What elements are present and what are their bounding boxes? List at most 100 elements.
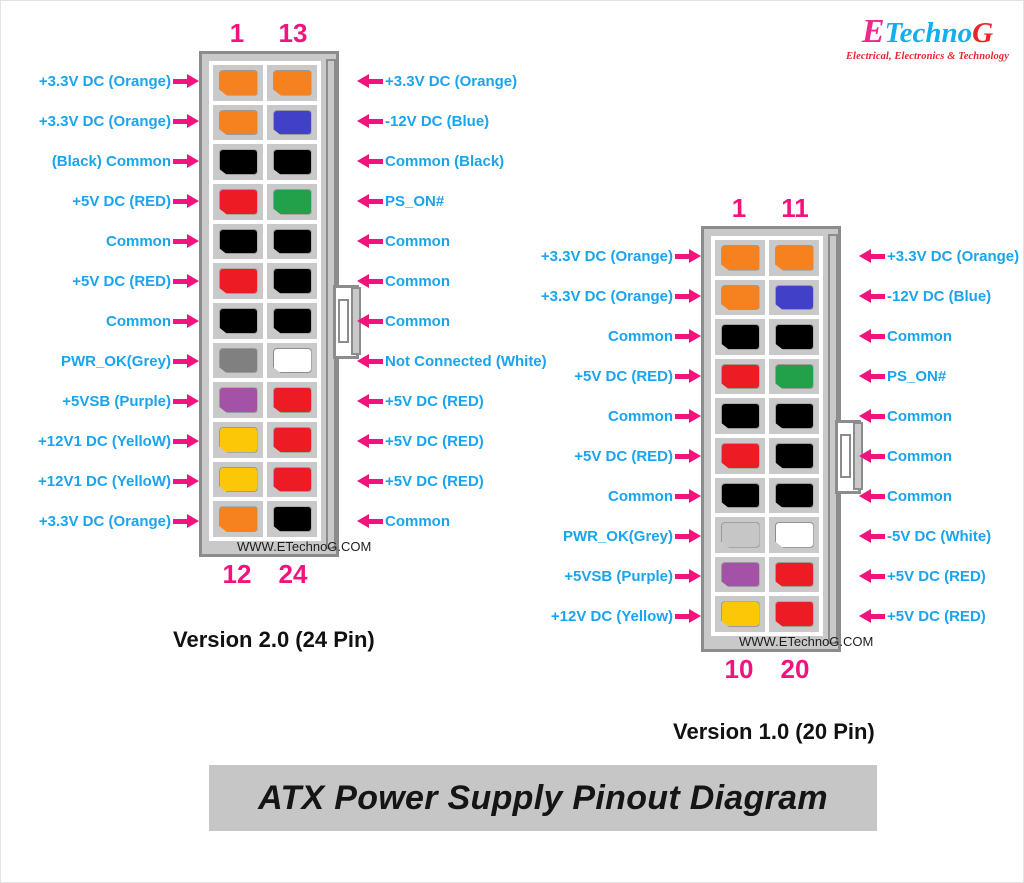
arrow-right-icon xyxy=(675,569,701,583)
pin-label-right-text: -12V DC (Blue) xyxy=(887,287,992,305)
pin-socket-right[interactable] xyxy=(767,435,821,476)
pin-right-12 xyxy=(272,506,312,533)
pin-label-left-3: Common xyxy=(606,327,701,345)
pin-socket-left[interactable] xyxy=(211,380,265,421)
pin-row xyxy=(211,380,319,421)
pin-socket-left[interactable] xyxy=(713,554,767,595)
pin-row xyxy=(211,340,319,381)
pin-label-right-2: -12V DC (Blue) xyxy=(357,112,491,130)
pin-socket-right[interactable] xyxy=(767,475,821,516)
pin-socket-right[interactable] xyxy=(265,221,319,262)
pin-socket-right[interactable] xyxy=(265,340,319,381)
arrow-right-icon xyxy=(173,434,199,448)
conn20-pin-grid xyxy=(711,236,823,636)
pin-socket-right[interactable] xyxy=(265,301,319,341)
pin-socket-left[interactable] xyxy=(211,459,265,500)
pin-label-right-text: Common (Black) xyxy=(385,152,505,170)
pin-label-right-10: +5V DC (RED) xyxy=(357,432,486,450)
pin-socket-right[interactable] xyxy=(265,182,319,222)
pin-socket-left[interactable] xyxy=(713,594,767,634)
pin-socket-left[interactable] xyxy=(211,499,265,540)
pin-label-left-1: +3.3V DC (Orange) xyxy=(539,247,701,265)
pin-right-7 xyxy=(774,482,814,509)
arrow-right-icon xyxy=(675,609,701,623)
pin-label-left-6: +5V DC (RED) xyxy=(572,447,701,465)
arrow-left-icon xyxy=(859,409,885,423)
pin-left-8 xyxy=(218,347,258,374)
pin-label-right-text: Common xyxy=(887,407,952,425)
arrow-right-icon xyxy=(173,194,199,208)
pin-left-3 xyxy=(218,149,258,176)
pin-socket-left[interactable] xyxy=(211,102,265,143)
pin-socket-right[interactable] xyxy=(767,554,821,595)
pin-label-left-text: (Black) Common xyxy=(51,152,171,170)
logo-word-techno: Techno xyxy=(884,17,973,49)
conn24-bottom-left-number: 12 xyxy=(222,559,252,589)
pin-label-left-text: +5V DC (RED) xyxy=(72,192,171,210)
arrow-left-icon xyxy=(859,489,885,503)
pin-socket-left[interactable] xyxy=(713,396,767,436)
pin-socket-right[interactable] xyxy=(767,515,821,555)
pin-socket-right[interactable] xyxy=(767,238,821,278)
pin-left-10 xyxy=(218,427,258,453)
conn20-bottom-right-number: 20 xyxy=(780,654,810,684)
pin-socket-right[interactable] xyxy=(265,63,319,103)
pin-label-left-text: PWR_OK(Grey) xyxy=(562,527,673,545)
pin-row xyxy=(211,420,319,460)
pin-label-left-7: Common xyxy=(104,312,199,330)
pin-socket-left[interactable] xyxy=(211,261,265,302)
pin-socket-right[interactable] xyxy=(265,499,319,540)
pin-socket-right[interactable] xyxy=(265,380,319,421)
pin-socket-right[interactable] xyxy=(265,142,319,183)
pin-socket-left[interactable] xyxy=(713,238,767,278)
pin-socket-right[interactable] xyxy=(265,102,319,143)
pin-label-left-text: +3.3V DC (Orange) xyxy=(540,287,673,305)
arrow-left-icon xyxy=(859,369,885,383)
diagram-title: ATX Power Supply Pinout Diagram xyxy=(258,778,828,817)
pin-socket-right[interactable] xyxy=(767,317,821,357)
pin-right-10 xyxy=(774,601,814,627)
arrow-left-icon xyxy=(357,434,383,448)
arrow-right-icon xyxy=(173,474,199,488)
pin-label-left-text: Common xyxy=(608,487,673,505)
pin-socket-left[interactable] xyxy=(713,356,767,397)
pin-label-right-text: Common xyxy=(385,312,450,330)
pin-socket-left[interactable] xyxy=(713,277,767,318)
pin-label-left-5: Common xyxy=(606,407,701,425)
pin-socket-right[interactable] xyxy=(767,396,821,436)
pin-socket-left[interactable] xyxy=(211,301,265,341)
pin-socket-left[interactable] xyxy=(713,515,767,555)
pin-socket-right[interactable] xyxy=(767,277,821,318)
pin-socket-left[interactable] xyxy=(211,182,265,222)
pin-socket-right[interactable] xyxy=(265,420,319,460)
bottom-banner: ATX Power Supply Pinout Diagram xyxy=(209,765,877,831)
pin-row xyxy=(211,63,319,103)
pin-socket-right[interactable] xyxy=(767,594,821,634)
pin-label-left-10: +12V DC (Yellow) xyxy=(549,607,701,625)
arrow-right-icon xyxy=(675,489,701,503)
pin-row xyxy=(713,435,821,476)
pin-socket-right[interactable] xyxy=(265,459,319,500)
pin-socket-left[interactable] xyxy=(713,435,767,476)
pin-label-left-text: +5VSB (Purple) xyxy=(62,392,171,410)
pin-socket-left[interactable] xyxy=(211,221,265,262)
pin-label-left-text: +5V DC (RED) xyxy=(72,272,171,290)
pin-socket-left[interactable] xyxy=(713,317,767,357)
arrow-right-icon xyxy=(173,354,199,368)
conn20-top-right-number: 11 xyxy=(781,193,809,223)
conn24-bottom-right-number: 24 xyxy=(278,559,308,589)
pin-socket-right[interactable] xyxy=(767,356,821,397)
arrow-left-icon xyxy=(357,74,383,88)
pin-socket-right[interactable] xyxy=(265,261,319,302)
pin-label-left-10: +12V1 DC (YelloW) xyxy=(36,432,199,450)
pin-right-9 xyxy=(774,561,814,588)
pin-label-left-text: +5V DC (RED) xyxy=(574,367,673,385)
pin-label-right-text: Common xyxy=(385,512,450,530)
pin-label-left-text: Common xyxy=(608,327,673,345)
pin-socket-left[interactable] xyxy=(211,63,265,103)
pin-socket-left[interactable] xyxy=(211,142,265,183)
pin-socket-left[interactable] xyxy=(211,340,265,381)
arrow-right-icon xyxy=(173,514,199,528)
pin-socket-left[interactable] xyxy=(713,475,767,516)
pin-socket-left[interactable] xyxy=(211,420,265,460)
